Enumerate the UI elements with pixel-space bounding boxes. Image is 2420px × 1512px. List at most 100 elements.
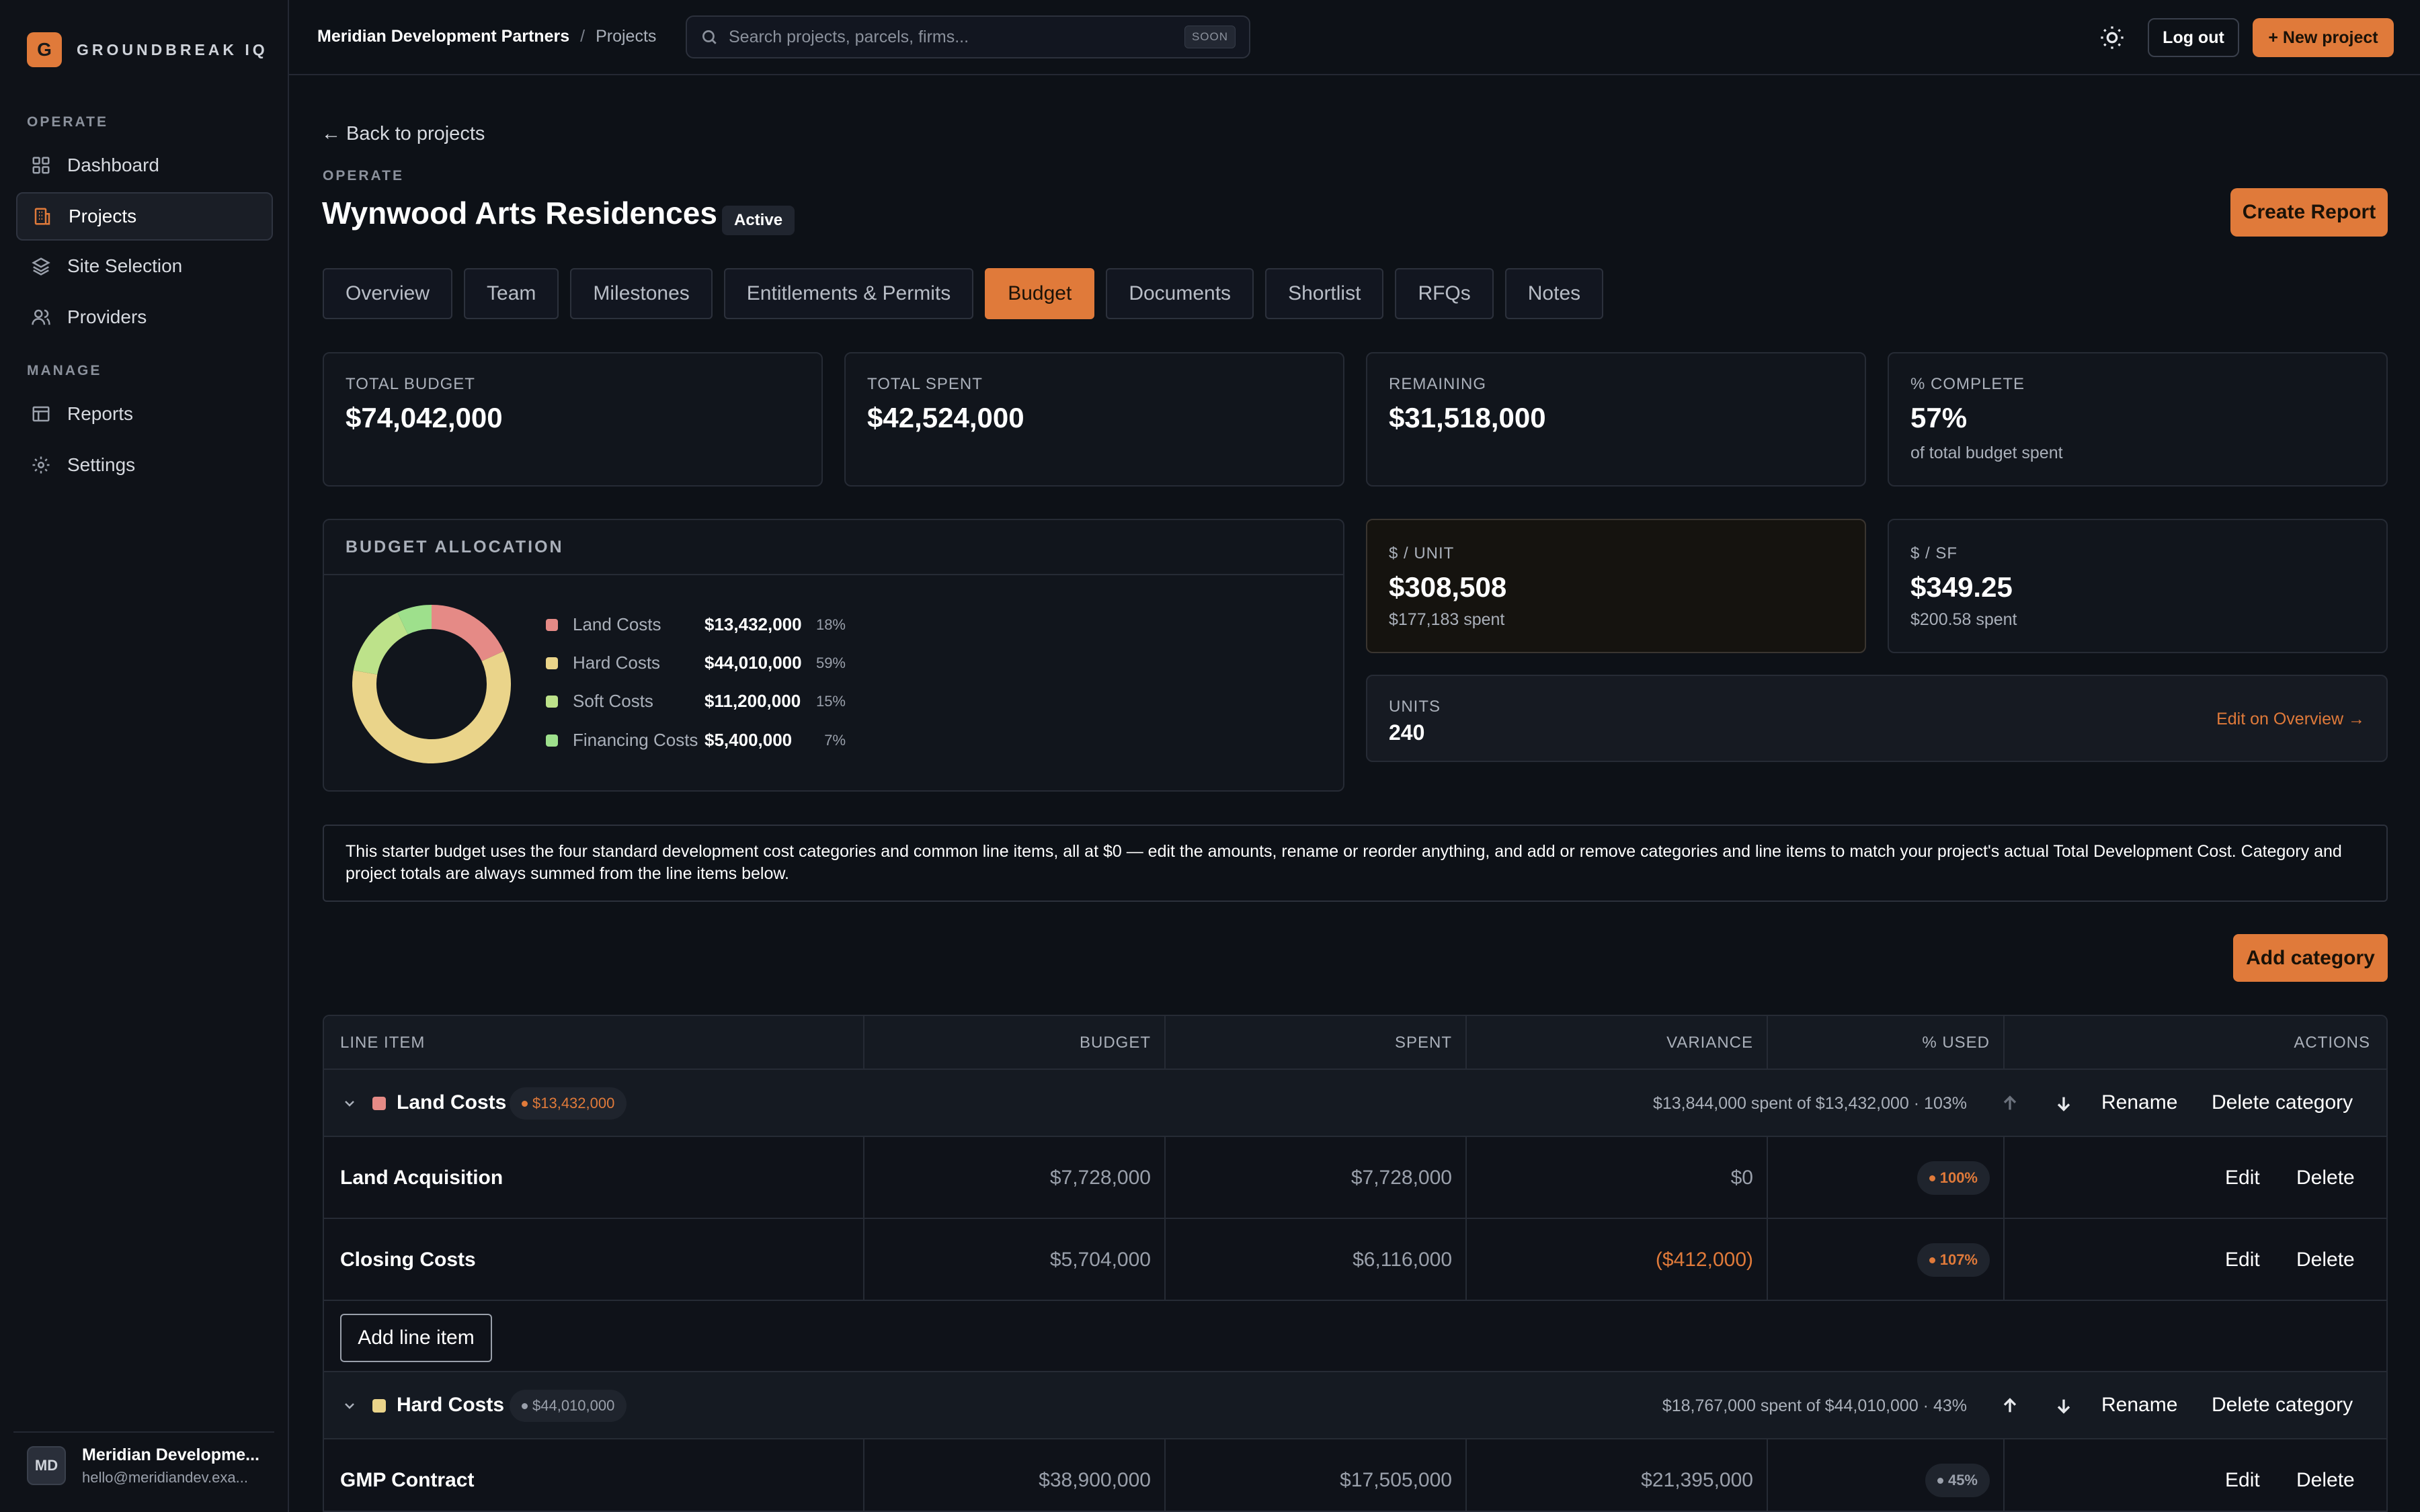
legend-name: Soft Costs — [573, 691, 653, 711]
rename-category-button[interactable]: Rename — [2101, 1394, 2177, 1417]
stat-label: TOTAL BUDGET — [346, 375, 475, 393]
breadcrumb: Meridian Development Partners / Projects — [317, 27, 656, 46]
delete-button[interactable]: Delete — [2296, 1167, 2355, 1189]
stat-value: $74,042,000 — [346, 402, 503, 433]
gear-icon — [32, 456, 50, 474]
soon-badge: SOON — [1184, 26, 1236, 48]
tab-shortlist[interactable]: Shortlist — [1265, 268, 1384, 319]
line-item-budget: $7,728,000 — [1049, 1167, 1151, 1189]
category-name: Land Costs — [397, 1091, 507, 1114]
allocation-title: BUDGET ALLOCATION — [324, 520, 1343, 575]
sidebar-item-settings[interactable]: Settings — [16, 441, 273, 489]
delete-category-button[interactable]: Delete category — [2212, 1394, 2353, 1417]
arrow-up-icon[interactable] — [1999, 1093, 2021, 1114]
budget-allocation-card: BUDGET ALLOCATION Land Costs $13,432,000… — [323, 519, 1344, 792]
category-swatch — [372, 1399, 386, 1413]
line-item-budget: $5,704,000 — [1049, 1249, 1151, 1271]
layers-icon — [32, 257, 50, 276]
column-divider — [1164, 1439, 1166, 1511]
stat-value: $31,518,000 — [1389, 402, 1546, 433]
edit-button[interactable]: Edit — [2225, 1249, 2260, 1271]
logout-button[interactable]: Log out — [2148, 18, 2239, 57]
sun-icon[interactable] — [2099, 24, 2126, 51]
column-divider — [1465, 1439, 1467, 1511]
line-item-spent: $6,116,000 — [1353, 1249, 1452, 1271]
column-divider — [2003, 1016, 2005, 1070]
arrow-up-icon[interactable] — [1999, 1395, 2021, 1417]
legend-item-financing-costs: Financing Costs $5,400,000 7% — [546, 730, 846, 751]
delete-category-button[interactable]: Delete category — [2212, 1091, 2353, 1114]
legend-swatch — [546, 734, 558, 747]
avatar: MD — [27, 1446, 66, 1485]
column-header-spent: SPENT — [1394, 1034, 1452, 1052]
back-link[interactable]: ← Back to projects — [321, 123, 485, 145]
stat-value: $308,508 — [1389, 571, 1507, 603]
search-placeholder: Search projects, parcels, firms... — [729, 27, 969, 46]
search-input[interactable]: Search projects, parcels, firms... SOON — [686, 15, 1250, 58]
user-email: hello@meridiandev.exa... — [82, 1468, 248, 1486]
sidebar-item-providers[interactable]: Providers — [16, 293, 273, 341]
sidebar-item-label: Site Selection — [67, 255, 183, 276]
legend-swatch — [546, 695, 558, 708]
sidebar-item-dashboard[interactable]: Dashboard — [16, 141, 273, 190]
tab-budget[interactable]: Budget — [985, 268, 1095, 319]
category-summary: $18,767,000 spent of $44,010,000 · 43% — [1662, 1396, 1967, 1415]
legend-value: $11,200,000 — [704, 691, 801, 711]
add-line-row: Add line item — [324, 1301, 2386, 1372]
table-header: LINE ITEM BUDGET SPENT VARIANCE % USED A… — [324, 1016, 2386, 1070]
line-item-name: Land Acquisition — [340, 1167, 503, 1189]
edit-button[interactable]: Edit — [2225, 1167, 2260, 1189]
line-item-variance: ($412,000) — [1655, 1249, 1753, 1271]
tab-overview[interactable]: Overview — [323, 268, 453, 319]
tab-team[interactable]: Team — [464, 268, 559, 319]
chevron-down-icon[interactable] — [341, 1095, 358, 1111]
sidebar-item-label: Dashboard — [67, 155, 159, 175]
column-divider — [863, 1137, 864, 1301]
line-item-spent: $17,505,000 — [1340, 1469, 1452, 1491]
breadcrumb-page[interactable]: Projects — [596, 27, 656, 46]
tab-entitlements[interactable]: Entitlements & Permits — [723, 268, 974, 319]
tab-milestones[interactable]: Milestones — [570, 268, 713, 319]
column-divider — [1465, 1016, 1467, 1070]
sidebar-item-projects[interactable]: Projects — [16, 192, 273, 241]
arrow-down-icon[interactable] — [2053, 1093, 2074, 1114]
budget-table: LINE ITEM BUDGET SPENT VARIANCE % USED A… — [323, 1015, 2388, 1512]
legend-percent: 59% — [815, 654, 846, 671]
tab-rfqs[interactable]: RFQs — [1395, 268, 1494, 319]
new-project-button[interactable]: + New project — [2253, 18, 2394, 57]
per-unit-card: $ / UNIT $308,508 $177,183 spent — [1366, 519, 1866, 653]
add-category-button[interactable]: Add category — [2233, 934, 2388, 982]
legend-percent: 7% — [824, 731, 846, 749]
stat-card-total-budget: TOTAL BUDGET $74,042,000 — [323, 352, 823, 487]
column-divider — [1164, 1016, 1166, 1070]
rename-category-button[interactable]: Rename — [2101, 1091, 2177, 1114]
sidebar-item-label: Reports — [67, 403, 134, 424]
tab-notes[interactable]: Notes — [1504, 268, 1604, 319]
table-icon — [32, 406, 50, 422]
tab-documents[interactable]: Documents — [1106, 268, 1254, 319]
chevron-down-icon[interactable] — [341, 1398, 358, 1414]
edit-button[interactable]: Edit — [2225, 1469, 2260, 1492]
per-sf-card: $ / SF $349.25 $200.58 spent — [1888, 519, 2388, 653]
delete-button[interactable]: Delete — [2296, 1249, 2355, 1271]
stat-sub: $177,183 spent — [1389, 610, 1505, 629]
category-summary: $13,844,000 spent of $13,432,000 · 103% — [1652, 1094, 1967, 1113]
building-icon — [34, 208, 50, 225]
create-report-button[interactable]: Create Report — [2230, 188, 2388, 237]
arrow-down-icon[interactable] — [2053, 1395, 2074, 1417]
nav-section-manage: MANAGE — [27, 363, 102, 378]
add-line-item-button[interactable]: Add line item — [340, 1314, 492, 1362]
edit-on-overview-link[interactable]: Edit on Overview → — [2216, 710, 2365, 729]
line-item-budget: $38,900,000 — [1039, 1469, 1151, 1491]
user-card[interactable]: MD Meridian Developme... hello@meridiand… — [13, 1431, 274, 1499]
page-title: Wynwood Arts Residences — [322, 196, 717, 230]
sidebar-item-site-selection[interactable]: Site Selection — [16, 242, 273, 290]
sidebar-item-reports[interactable]: Reports — [16, 390, 273, 438]
stat-sub: of total budget spent — [1910, 444, 2063, 462]
delete-button[interactable]: Delete — [2296, 1469, 2355, 1492]
donut-slice-land-costs — [431, 605, 504, 662]
column-header-variance: VARIANCE — [1666, 1034, 1753, 1052]
brand[interactable]: G GROUNDBREAK IQ — [27, 32, 268, 67]
breadcrumb-org[interactable]: Meridian Development Partners — [317, 27, 569, 46]
line-item-variance: $0 — [1730, 1167, 1753, 1189]
